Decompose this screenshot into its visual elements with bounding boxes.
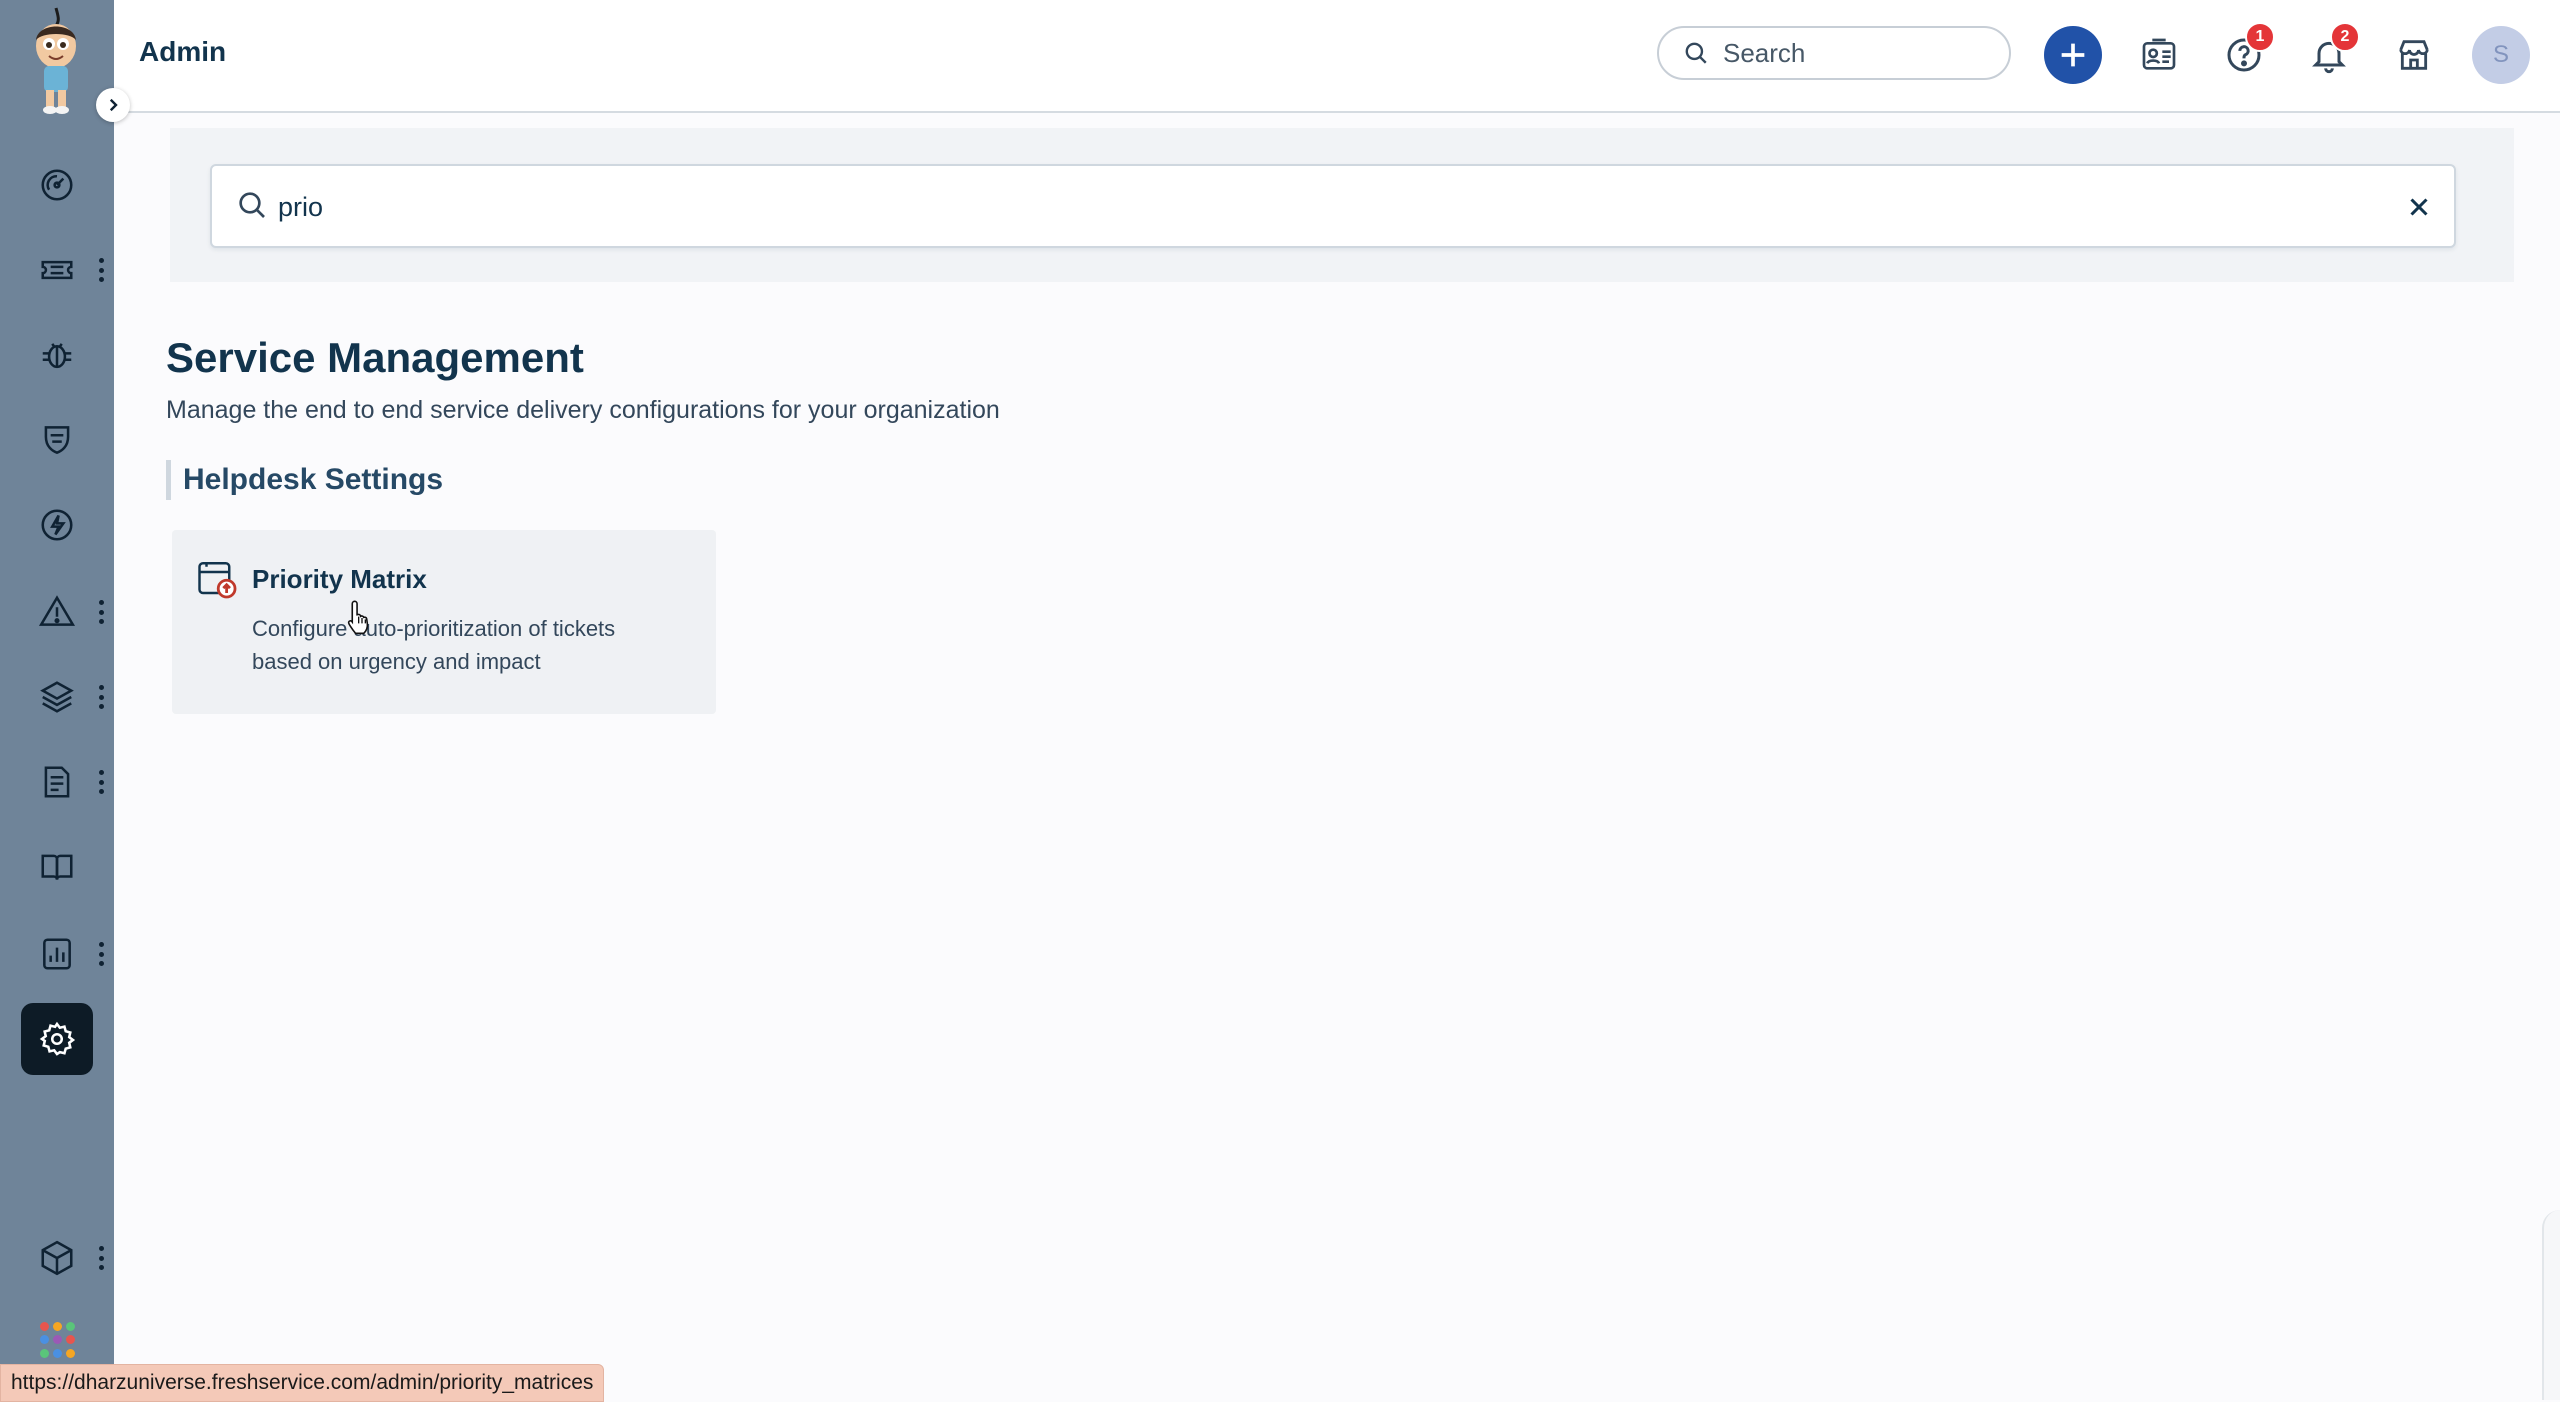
contact-card-icon: [2142, 38, 2176, 70]
group-heading: Helpdesk Settings: [166, 460, 443, 500]
sidebar-item-contracts[interactable]: [21, 746, 93, 818]
changes-shield-icon: [44, 426, 70, 455]
sidebar-item-analytics[interactable]: [21, 918, 93, 990]
global-search-label: Search: [1723, 37, 1806, 68]
notifications-badge: 2: [2330, 22, 2360, 52]
sidebar-item-solutions[interactable]: [21, 831, 93, 903]
status-bar-url: https://dharzuniverse.freshservice.com/a…: [0, 1364, 605, 1402]
sidebar-item-apps[interactable]: [21, 1222, 93, 1294]
marketplace-button[interactable]: [2389, 30, 2439, 80]
alerts-more-menu[interactable]: [96, 597, 106, 627]
releases-bolt-icon: [41, 509, 73, 541]
priority-matrix-icon: [198, 562, 237, 599]
analytics-more-menu[interactable]: [96, 939, 106, 969]
brand-logo[interactable]: [20, 6, 92, 116]
new-item-button[interactable]: [2044, 26, 2102, 84]
assets-more-menu[interactable]: [96, 682, 106, 712]
priority-matrix-card[interactable]: Priority Matrix Configure auto-prioritiz…: [172, 530, 716, 714]
global-search-button[interactable]: Search: [1657, 26, 2011, 80]
chevron-right-icon: [109, 98, 118, 112]
assets-layers-icon: [40, 681, 74, 713]
admin-search-box[interactable]: [210, 164, 2456, 248]
product-switcher-icon[interactable]: [40, 1322, 76, 1358]
plus-icon: [2061, 43, 2085, 67]
dashboard-icon: [41, 169, 73, 201]
sidebar-item-tickets[interactable]: [21, 234, 93, 306]
sidebar-item-releases[interactable]: [21, 489, 93, 561]
card-title: Priority Matrix: [252, 564, 427, 594]
sidebar-item-assets[interactable]: [21, 661, 93, 733]
scrollbar-edge: [2542, 1210, 2560, 1400]
help-badge: 1: [2245, 22, 2275, 52]
search-icon: [1685, 42, 1707, 64]
problems-bug-icon: [42, 343, 72, 369]
store-icon: [2399, 40, 2429, 70]
contracts-document-icon: [44, 766, 70, 798]
sidebar: [0, 0, 114, 1400]
sidebar-item-changes[interactable]: [21, 404, 93, 476]
help-button[interactable]: 1: [2219, 22, 2275, 80]
apps-more-menu[interactable]: [96, 1243, 106, 1273]
sidebar-item-alerts[interactable]: [21, 576, 93, 648]
clear-search-icon[interactable]: [2404, 192, 2434, 222]
apps-cube-icon: [41, 1240, 73, 1276]
sidebar-item-admin[interactable]: [21, 1003, 93, 1075]
notifications-button[interactable]: 2: [2304, 22, 2360, 80]
solutions-book-icon: [41, 854, 73, 880]
section-title: Service Management: [166, 334, 584, 381]
admin-gear-icon: [39, 1021, 76, 1056]
hand-cursor-icon: [347, 600, 369, 635]
sidebar-expand-button[interactable]: [96, 88, 130, 122]
top-header: Admin Search 1 2 S: [114, 0, 2560, 113]
page-title: Admin: [139, 36, 227, 67]
analytics-icon: [43, 938, 71, 970]
sidebar-item-problems[interactable]: [21, 319, 93, 391]
card-description: Configure auto-prioritization of tickets…: [252, 616, 616, 674]
tickets-more-menu[interactable]: [96, 255, 106, 285]
admin-search-input[interactable]: [276, 184, 2280, 230]
search-icon: [239, 192, 265, 218]
user-avatar[interactable]: S: [2472, 26, 2530, 84]
alerts-icon: [38, 595, 76, 626]
sidebar-item-dashboard[interactable]: [21, 149, 93, 221]
contact-directory-button[interactable]: [2134, 30, 2184, 80]
tickets-icon: [41, 260, 73, 280]
section-description: Manage the end to end service delivery c…: [166, 396, 1000, 424]
contracts-more-menu[interactable]: [96, 767, 106, 797]
